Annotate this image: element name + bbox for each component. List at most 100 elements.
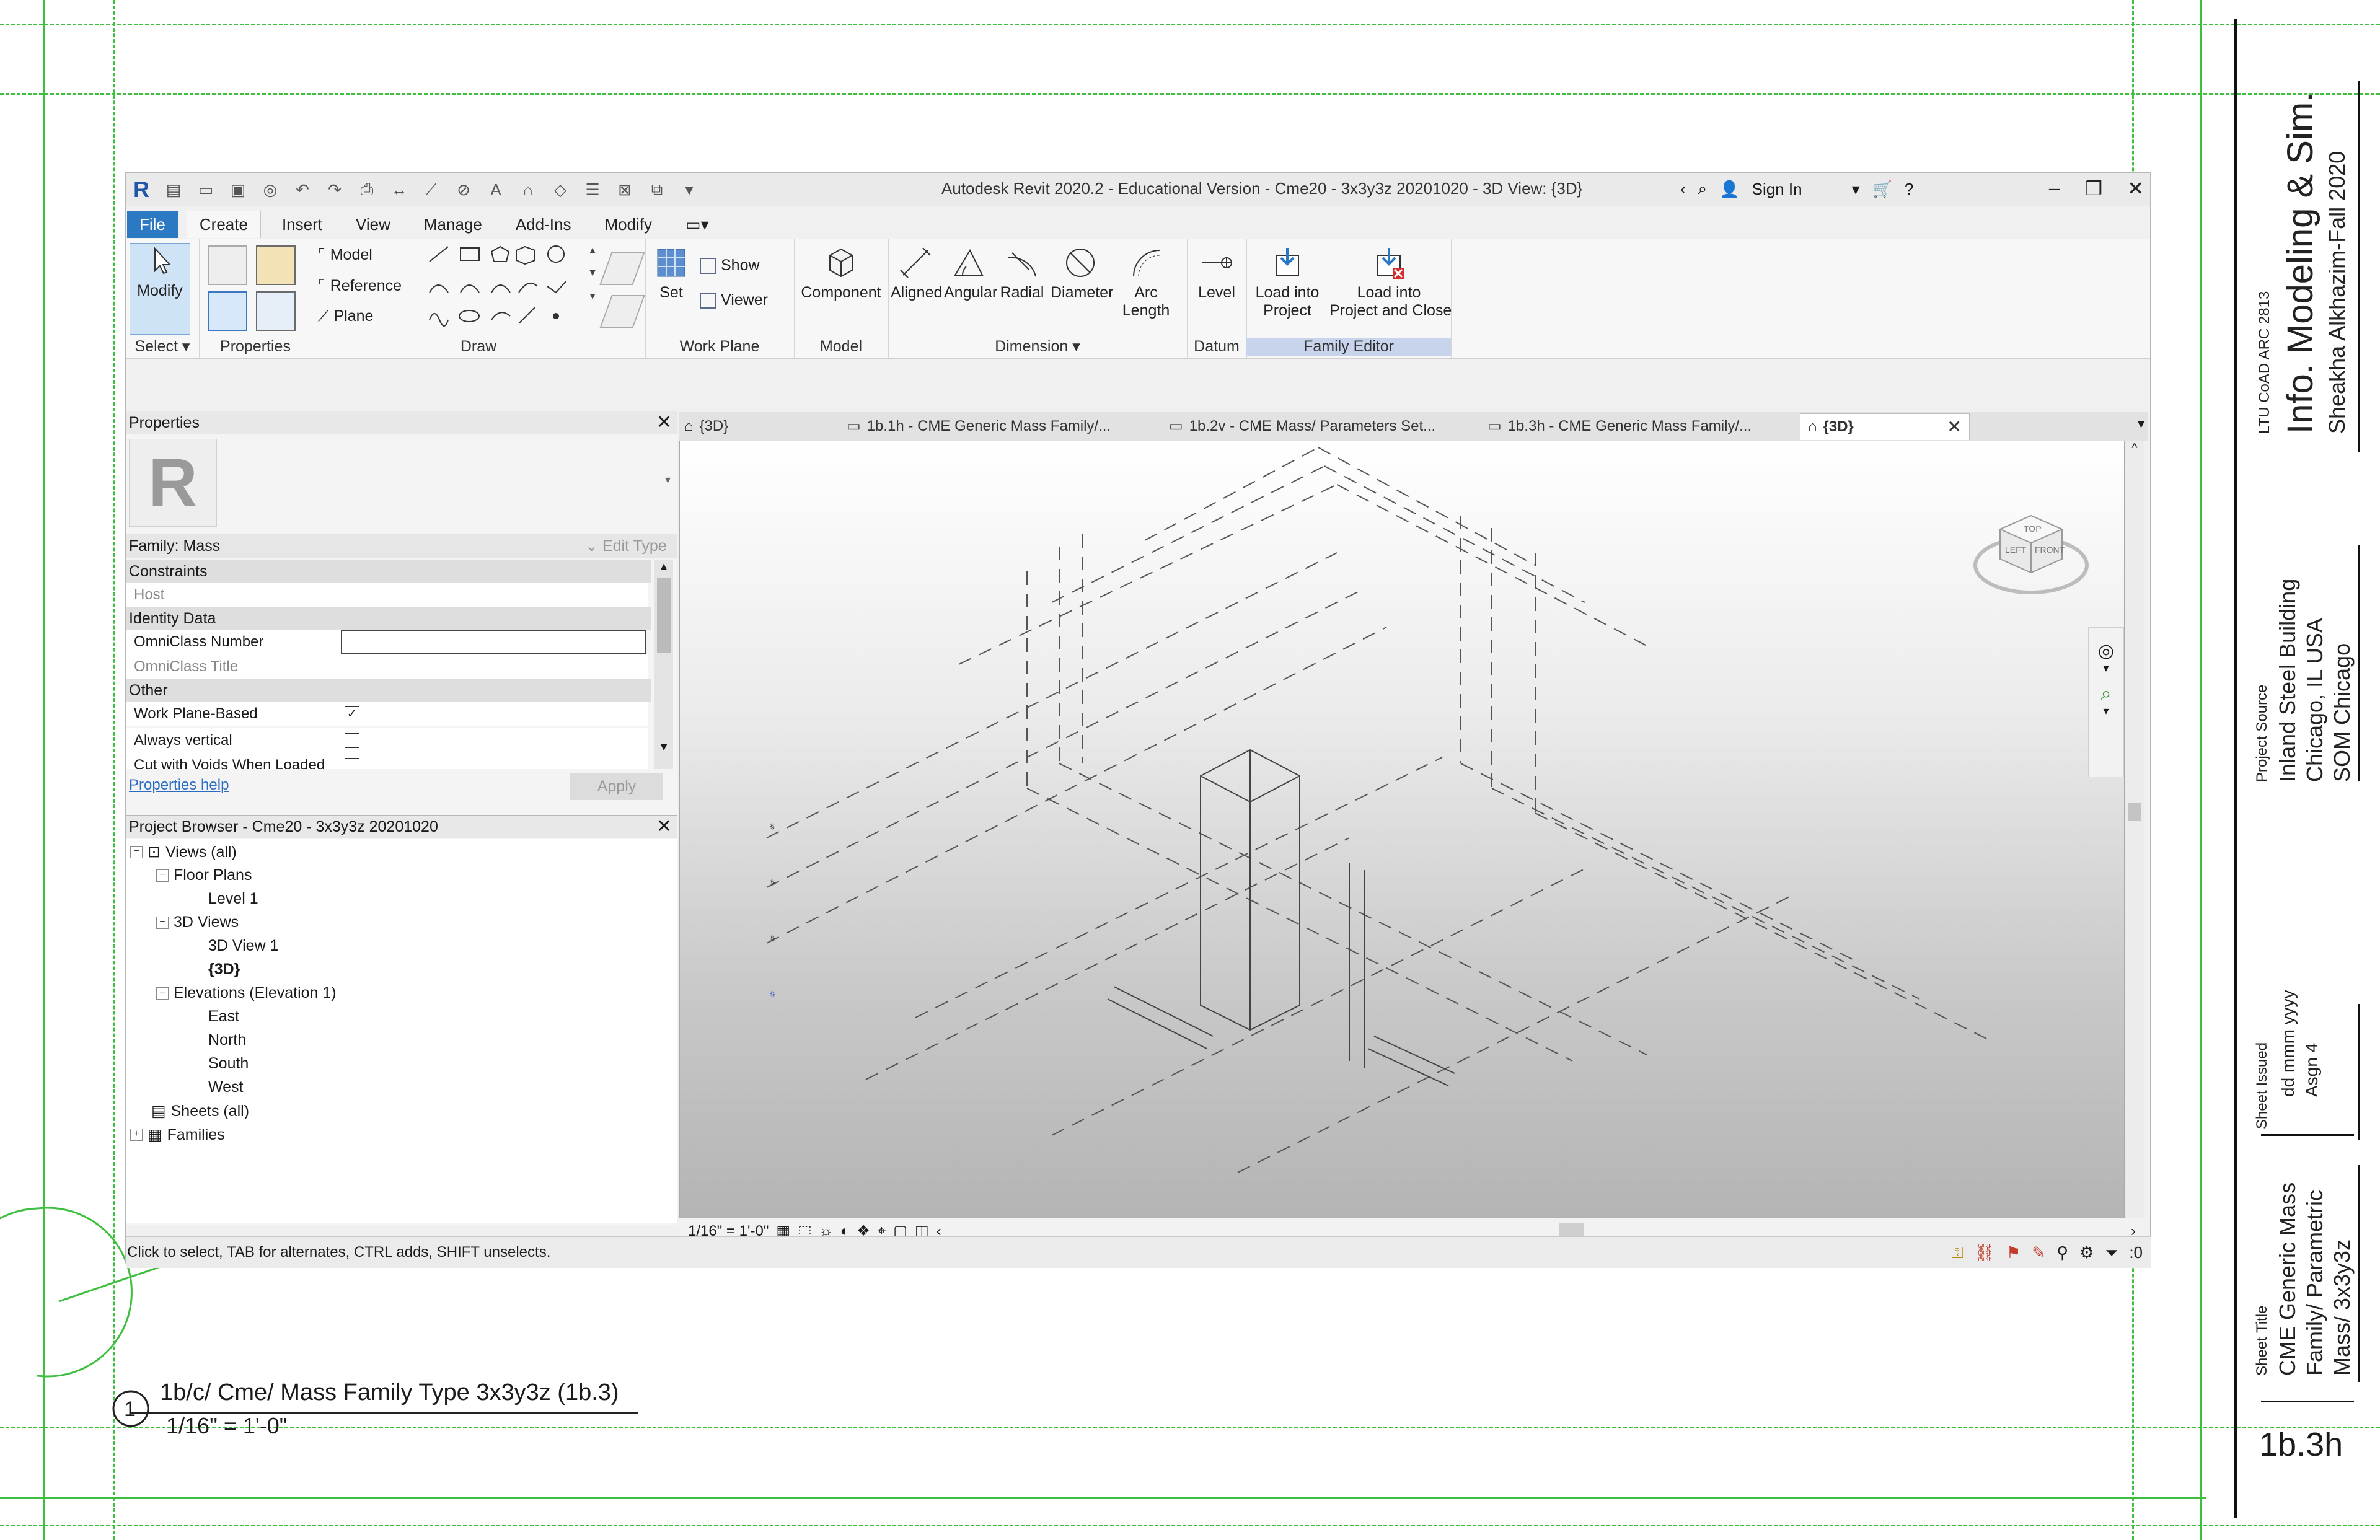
group-identity-data[interactable]: Identity Data — [126, 607, 651, 630]
tree-level-1[interactable]: Level 1 — [208, 890, 258, 908]
family-category-icon[interactable] — [256, 245, 296, 285]
cut-with-voids-checkbox[interactable] — [345, 758, 359, 769]
dimension-icon[interactable]: ⟋ — [421, 179, 442, 200]
close-tab-icon[interactable]: ✕ — [1947, 414, 1962, 440]
home-icon[interactable]: ▤ — [163, 179, 184, 200]
model-line-button[interactable]: ⌜ Model — [318, 245, 372, 264]
show-work-plane-button[interactable]: Show — [700, 257, 760, 275]
aligned-dimension-button[interactable]: Aligned — [891, 245, 942, 302]
tab-add-ins[interactable]: Add-Ins — [503, 211, 584, 238]
sync-icon[interactable]: ◎ — [260, 179, 281, 200]
tree-east[interactable]: East — [208, 1008, 239, 1026]
close-project-browser-icon[interactable]: ✕ — [656, 816, 672, 838]
tree-north[interactable]: North — [208, 1031, 246, 1049]
select-underlay-icon[interactable]: ⚑ — [2006, 1237, 2021, 1268]
collapse-icon[interactable]: − — [130, 846, 143, 858]
tab-manage[interactable]: Manage — [412, 211, 495, 238]
binoculars-icon[interactable]: ⌕ — [1698, 179, 1708, 199]
view-tab-3d-1[interactable]: ⌂ {3D} — [684, 413, 728, 439]
zoom-menu-icon[interactable]: ▾ — [2089, 705, 2123, 718]
pick-lines-icon[interactable] — [599, 252, 645, 285]
modify-button[interactable]: Modify — [130, 243, 190, 335]
group-other[interactable]: Other — [126, 679, 651, 702]
set-work-plane-button[interactable]: Set — [654, 245, 689, 302]
tab-view[interactable]: View — [343, 211, 403, 238]
steering-wheel-menu-icon[interactable]: ▾ — [2089, 662, 2123, 675]
drag-elements-icon[interactable]: ⚙ — [2079, 1237, 2094, 1268]
select-links-icon[interactable]: ⛓ — [1975, 1237, 1995, 1268]
tab-insert[interactable]: Insert — [270, 211, 335, 238]
measure-icon[interactable]: ↔ — [389, 179, 410, 200]
close-properties-icon[interactable]: ✕ — [656, 411, 672, 434]
group-constraints[interactable]: Constraints — [126, 560, 651, 583]
collapse-icon[interactable]: − — [156, 916, 169, 929]
view-tab-3d-active[interactable]: ⌂ {3D} ✕ — [1800, 413, 1970, 440]
tag-icon[interactable]: ⊘ — [453, 179, 474, 200]
pick-walls-icon[interactable] — [599, 295, 645, 328]
type-properties-icon[interactable] — [256, 291, 296, 331]
tab-create[interactable]: Create — [186, 211, 261, 238]
customize-qat-icon[interactable]: ▾ — [679, 179, 700, 200]
close-icon[interactable]: ✕ — [2127, 177, 2144, 200]
properties-scroll-down-icon[interactable]: ▼ — [654, 728, 673, 769]
always-vertical-checkbox[interactable] — [345, 733, 359, 748]
redo-icon[interactable]: ↷ — [324, 179, 345, 200]
family-types-icon[interactable] — [208, 245, 247, 285]
properties-help-link[interactable]: Properties help — [129, 777, 229, 794]
tab-file[interactable]: File — [127, 211, 178, 238]
apply-button[interactable]: Apply — [570, 773, 663, 800]
restore-icon[interactable]: ❐ — [2085, 177, 2103, 200]
close-hidden-icon[interactable]: ⊠ — [614, 179, 635, 200]
ribbon-options-icon[interactable]: ▭▾ — [673, 211, 721, 238]
thin-lines-icon[interactable]: ☰ — [582, 179, 603, 200]
sign-in-link[interactable]: Sign In — [1752, 180, 1802, 199]
text-icon[interactable]: A — [485, 179, 506, 200]
vertical-scrollbar[interactable]: ^ — [2125, 441, 2144, 1218]
switch-windows-icon[interactable]: ⧉ — [646, 179, 668, 200]
worksets-icon[interactable]: ⚿ — [1951, 1237, 1963, 1268]
steering-wheel-icon[interactable]: ◎ — [2089, 640, 2123, 662]
type-selector-preview-icon[interactable]: R — [129, 439, 217, 527]
zoom-icon[interactable]: ⌕ — [2089, 684, 2123, 705]
chevron-down-icon[interactable]: ▾ — [1852, 180, 1860, 199]
tree-families[interactable]: + ▦ Families — [130, 1125, 225, 1144]
viewcube-icon[interactable]: TOP LEFT FRONT — [1969, 491, 2093, 615]
reference-plane-button[interactable]: ⟋ Plane — [318, 307, 373, 325]
reference-line-button[interactable]: ⌜ Reference — [318, 276, 402, 295]
radial-dimension-button[interactable]: Radial — [997, 245, 1047, 302]
view-tab-1b3h[interactable]: ▭ 1b.3h - CME Generic Mass Family/... — [1488, 413, 1752, 439]
work-plane-based-checkbox[interactable]: ✓ — [345, 706, 359, 721]
arc-length-dimension-button[interactable]: Arc Length — [1115, 245, 1177, 320]
chevron-left-icon[interactable]: ‹ — [1680, 180, 1686, 199]
tree-floor-plans[interactable]: − Floor Plans — [156, 866, 252, 884]
tab-list-icon[interactable]: ▾ — [2138, 416, 2144, 432]
component-button[interactable]: Component — [800, 245, 882, 302]
collapse-icon[interactable]: − — [156, 869, 169, 882]
panel-select-label[interactable]: Select ▾ — [126, 337, 199, 356]
collapse-icon[interactable]: − — [156, 987, 169, 1000]
load-into-project-and-close-button[interactable]: Load into Project and Close — [1329, 245, 1452, 320]
3d-view-canvas[interactable]: # # # # TOP LEFT FRONT ◎ ▾ ⌕ ▾ ^ — [679, 441, 2144, 1219]
angular-dimension-button[interactable]: Angular — [944, 245, 997, 302]
tree-3d-view-1[interactable]: 3D View 1 — [208, 937, 279, 955]
minimize-icon[interactable]: – — [2049, 177, 2060, 200]
select-by-face-icon[interactable]: ⚲ — [2056, 1237, 2068, 1268]
level-button[interactable]: Level — [1192, 245, 1241, 302]
undo-icon[interactable]: ↶ — [292, 179, 313, 200]
tree-west[interactable]: West — [208, 1078, 244, 1096]
section-icon[interactable]: ◇ — [550, 179, 571, 200]
default-3d-icon[interactable]: ⌂ — [518, 179, 539, 200]
tree-views-all[interactable]: − ⊡ Views (all) — [130, 843, 237, 861]
expand-icon[interactable]: + — [130, 1129, 143, 1141]
panel-dimension-label[interactable]: Dimension ▾ — [888, 337, 1187, 356]
open-icon[interactable]: ▭ — [195, 179, 216, 200]
revit-logo-icon[interactable]: R — [131, 177, 152, 202]
tree-south[interactable]: South — [208, 1055, 249, 1073]
tree-sheets[interactable]: ▤ Sheets (all) — [151, 1102, 249, 1120]
print-icon[interactable]: ⎙ — [356, 179, 377, 200]
load-into-project-button[interactable]: Load into Project — [1250, 245, 1324, 320]
draw-tools-gallery[interactable] — [426, 243, 581, 336]
properties-scrollbar[interactable]: ▲ — [654, 560, 673, 728]
viewer-button[interactable]: Viewer — [700, 291, 768, 309]
omniclass-number-field[interactable] — [341, 630, 646, 654]
